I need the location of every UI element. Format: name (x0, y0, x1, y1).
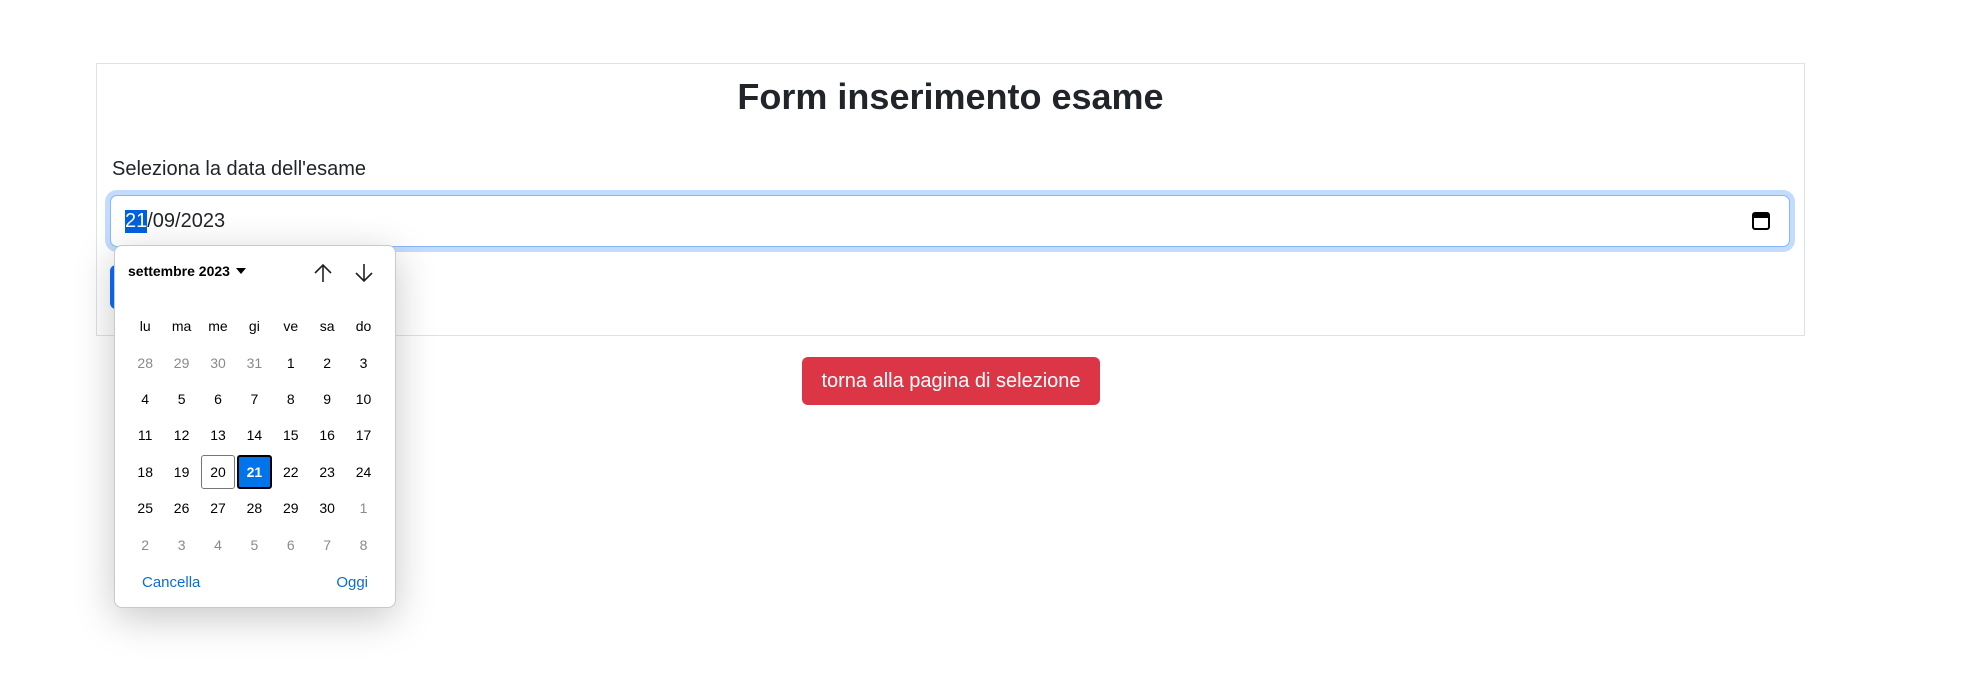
calendar-day[interactable]: 15 (273, 417, 309, 453)
calendar-day[interactable]: 24 (345, 454, 381, 490)
calendar-day[interactable]: 5 (236, 526, 272, 562)
weekday-header: ve (283, 318, 299, 335)
calendar-day[interactable]: 12 (163, 417, 199, 453)
date-label: Seleziona la data dell'esame (112, 158, 366, 180)
arrow-up-icon[interactable] (310, 260, 336, 286)
weekday-header: do (355, 318, 372, 335)
calendar-day[interactable]: 3 (163, 526, 199, 562)
calendar-day[interactable]: 8 (273, 381, 309, 417)
weekday-header: gi (248, 318, 260, 335)
cancel-button[interactable]: Cancella (142, 574, 200, 591)
weekday-header: sa (319, 318, 335, 335)
calendar-day[interactable]: 14 (236, 417, 272, 453)
weekday-header: me (208, 318, 228, 335)
calendar-day[interactable]: 6 (200, 381, 236, 417)
weekday-header: ma (171, 318, 192, 335)
calendar-day[interactable]: 9 (309, 381, 345, 417)
calendar-day[interactable]: 29 (273, 490, 309, 526)
calendar-day[interactable]: 2 (127, 526, 163, 562)
calendar-day[interactable]: 25 (127, 490, 163, 526)
calendar-day-today[interactable]: 20 (200, 454, 236, 489)
month-year-selector[interactable]: settembre 2023 (128, 263, 246, 279)
calendar-day[interactable]: 31 (236, 344, 272, 380)
calendar-day[interactable]: 13 (200, 417, 236, 453)
calendar-grid: lu ma me gi ve sa do 28 29 30 31 1 2 3 4 5 6 7 8 9 10 11 12 13 1… (127, 308, 382, 563)
calendar-day[interactable]: 30 (200, 344, 236, 380)
date-picker-popup: settembre 2023 lu ma me gi ve sa do 28 29 30 31 1 2 3… (114, 245, 396, 608)
calendar-day[interactable]: 5 (163, 381, 199, 417)
calendar-day[interactable]: 17 (345, 417, 381, 453)
calendar-day[interactable]: 30 (309, 490, 345, 526)
calendar-day[interactable]: 19 (163, 454, 199, 490)
back-to-selection-button[interactable]: torna alla pagina di selezione (802, 357, 1100, 405)
calendar-day-selected[interactable]: 21 (237, 454, 272, 489)
calendar-day[interactable]: 16 (309, 417, 345, 453)
exam-date-input[interactable]: 21/09/2023 (110, 195, 1790, 247)
calendar-day[interactable]: 3 (345, 344, 381, 380)
today-button[interactable]: Oggi (336, 574, 368, 591)
calendar-day[interactable]: 4 (127, 381, 163, 417)
calendar-day[interactable]: 29 (163, 344, 199, 380)
calendar-day[interactable]: 1 (345, 490, 381, 526)
calendar-day[interactable]: 1 (273, 344, 309, 380)
weekday-header: lu (139, 318, 151, 335)
calendar-day[interactable]: 22 (273, 454, 309, 490)
calendar-day[interactable]: 11 (127, 417, 163, 453)
date-day-segment[interactable]: 21 (125, 209, 148, 233)
calendar-day[interactable]: 23 (309, 454, 345, 490)
calendar-day[interactable]: 28 (127, 344, 163, 380)
calendar-day[interactable]: 2 (309, 344, 345, 380)
caret-down-icon (235, 268, 246, 274)
calendar-day[interactable]: 28 (236, 490, 272, 526)
calendar-day[interactable]: 7 (309, 526, 345, 562)
page-title: Form inserimento esame (737, 76, 1164, 117)
month-year-label: settembre 2023 (128, 263, 230, 279)
calendar-day[interactable]: 6 (273, 526, 309, 562)
calendar-day[interactable]: 10 (345, 381, 381, 417)
arrow-down-icon[interactable] (351, 260, 377, 286)
calendar-day[interactable]: 4 (200, 526, 236, 562)
calendar-day[interactable]: 26 (163, 490, 199, 526)
calendar-day[interactable]: 18 (127, 454, 163, 490)
date-rest-segment[interactable]: /09/2023 (147, 210, 225, 233)
calendar-day[interactable]: 7 (236, 381, 272, 417)
calendar-day[interactable]: 27 (200, 490, 236, 526)
calendar-icon[interactable] (1752, 211, 1770, 230)
calendar-day[interactable]: 8 (345, 526, 381, 562)
